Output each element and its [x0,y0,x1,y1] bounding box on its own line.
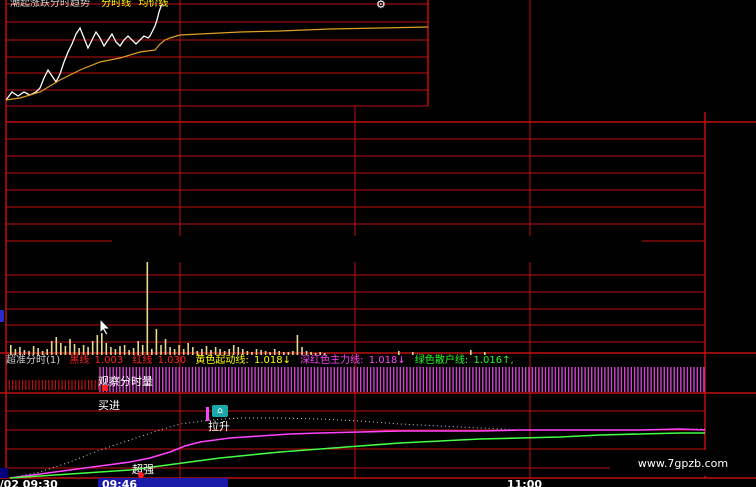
volume-bar [50,341,53,355]
mouse-pointer-icon [99,317,113,340]
volume-bar [178,345,180,355]
volume-bar [19,347,21,355]
volume-bar [37,348,39,355]
indicator-stripe-band [99,367,705,392]
volume-bar [110,347,112,355]
volume-bar [60,343,62,355]
volume-bar [296,335,299,355]
buy-signal-label: 买进 [98,399,120,412]
volume-bar [10,345,12,355]
volume-bar [205,346,208,355]
volume-bar [146,261,149,355]
green-retail-value: 1.016↑, [473,355,514,366]
volume-bar [78,348,80,355]
volume-bar [96,335,99,355]
volume-bar [123,345,126,355]
volume-bar [55,337,58,355]
red-line-value: 1.003 [94,355,124,366]
volume-bar [87,347,89,355]
red-line2-value: 1.030 [157,355,187,366]
volume-bar [82,345,85,355]
time-mid: 11:00 [507,478,543,487]
site-watermark: www.7gpzb.com [610,450,756,476]
volume-bar [105,343,108,355]
magenta-main-value: 1.018↓ [368,355,406,366]
left-scale-markers [0,310,4,322]
indicator-info-bar: 超准分时(1) 黑线 1.003 红线 1.030 黄色起动线: 1.018↓ … [6,355,520,367]
volume-bar [64,346,67,355]
green-retail-label: 绿色散户线: [414,355,469,366]
buy-signal-marker [102,385,108,391]
yellow-start-label: 黄色起动线: [195,355,249,366]
volume-bar [119,346,121,355]
yellow-start-value: 1.018↓ [253,355,291,366]
chart-name: 潮起涨跌分时趋势 [10,0,90,9]
red-line2-label: 红线 [132,355,153,366]
legend-average: 均价线 [138,0,169,9]
left-edge-block [0,468,8,478]
indicator-name: 超准分时(1) [6,355,61,366]
red-line-label: 黑线 [69,355,90,366]
volume-bar [69,339,71,355]
volume-bar [32,346,35,355]
volume-bar [91,341,94,355]
cursor-time: 09:46 [102,478,138,487]
volume-bar [164,339,167,355]
volume-bar [237,347,240,355]
volume-bar [192,347,194,355]
white-dotted-line [9,417,705,479]
blank-band [112,236,642,262]
stock-chart-window[interactable]: 潮起涨跌分时趋势 分时线 均价线 ⚙ 超准分时(1) 黑线 1.003 红线 1… [0,0,756,487]
time-start: 2/02 09:30 [0,478,58,487]
volume-bar [73,344,76,355]
magenta-main-label: 深红色主力线: [300,355,364,366]
volume-bar [301,347,303,355]
average-line [5,26,429,101]
indicator-red-dashes [5,380,100,390]
volume-bar [169,347,171,355]
house-icon: ⌂ [212,405,228,417]
volume-bar [214,347,217,355]
legend-price: 分时线 [101,0,132,9]
pull-up-label: 拉升 [208,420,230,433]
cursor-time-box[interactable]: 09:46 [98,478,228,487]
chart-title-strip: 潮起涨跌分时趋势 分时线 均价线 [10,0,168,9]
green-retail-line [9,432,705,479]
volume-bar [232,345,235,355]
volume-bar [141,345,144,355]
volume-bar [132,348,135,355]
volume-bar [155,329,158,355]
volume-bar [187,343,189,355]
volume-bar [160,345,162,355]
gear-icon[interactable]: ⚙ [376,0,386,11]
volume-bar [137,341,139,355]
